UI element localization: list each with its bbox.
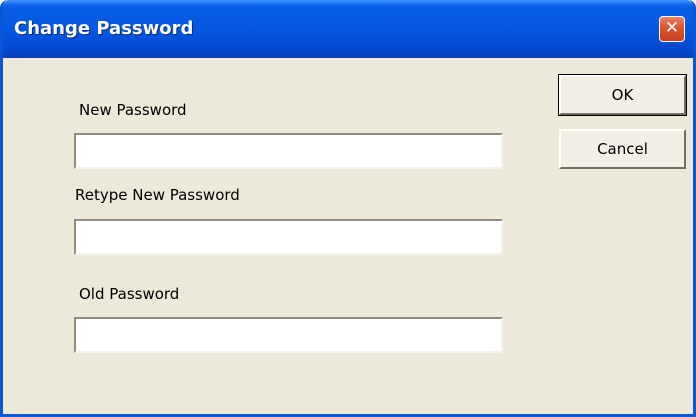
new-password-input[interactable] — [74, 133, 503, 169]
cancel-button[interactable]: Cancel — [559, 129, 686, 169]
new-password-label: New Password — [79, 101, 187, 119]
old-password-input[interactable] — [74, 317, 503, 353]
retype-password-label: Retype New Password — [75, 186, 240, 204]
close-icon[interactable]: ✕ — [659, 16, 685, 42]
ok-button[interactable]: OK — [558, 74, 687, 116]
retype-password-input[interactable] — [74, 219, 503, 255]
title-bar[interactable]: Change Password ✕ — [3, 0, 693, 58]
old-password-label: Old Password — [79, 285, 180, 303]
change-password-dialog: Change Password ✕ New Password Retype Ne… — [0, 0, 696, 417]
dialog-title: Change Password — [14, 18, 194, 39]
